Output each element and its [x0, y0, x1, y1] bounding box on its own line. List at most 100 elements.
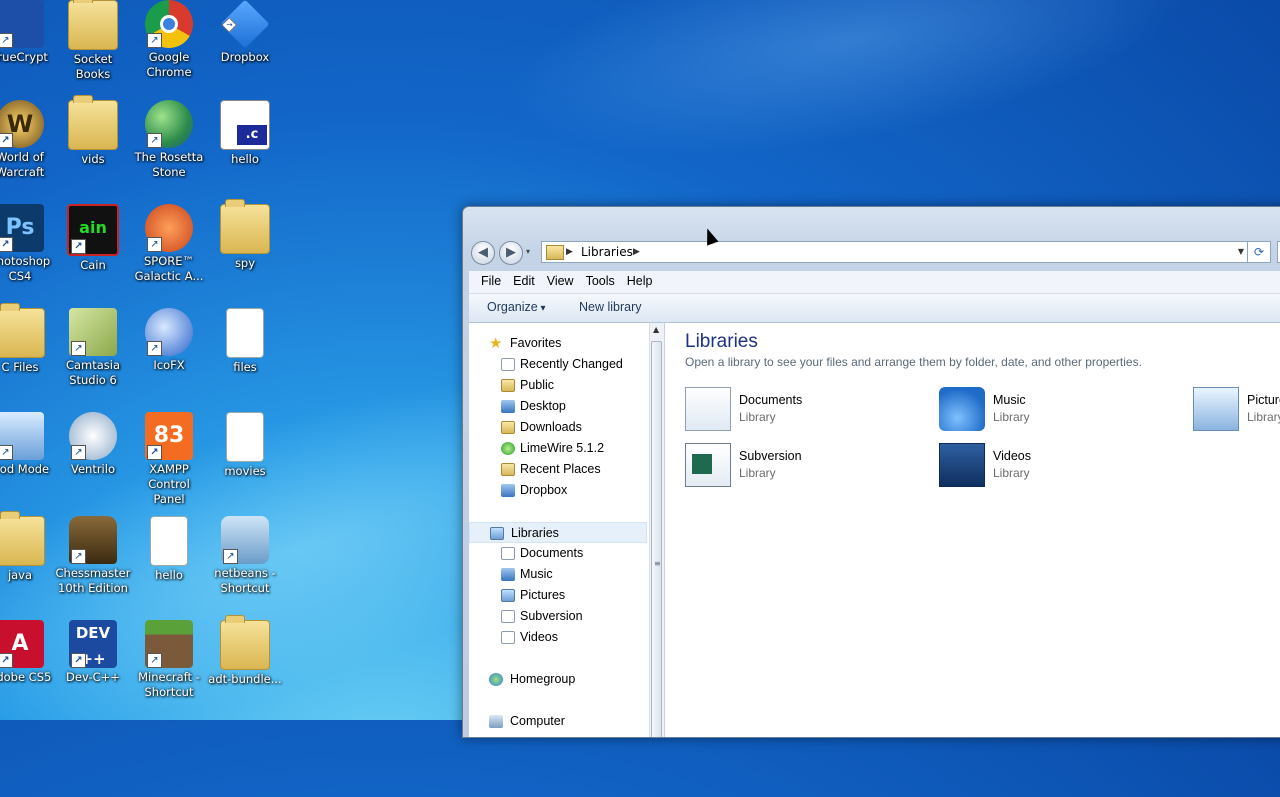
desktop-icon-label: Minecraft - Shortcut	[138, 670, 200, 699]
desktop-icon-spore[interactable]: ↗ SPORE™ Galactic A...	[131, 204, 207, 284]
desktop-icon-socket-books[interactable]: Socket Books	[55, 0, 131, 82]
scroll-up-icon[interactable]: ▲	[653, 325, 659, 334]
desktop-icon-label: World of Warcraft	[0, 150, 45, 179]
menu-tools[interactable]: Tools	[580, 271, 621, 288]
library-tile-documents[interactable]: Documents Library	[685, 385, 905, 435]
breadcrumb-libraries[interactable]: Libraries	[581, 242, 633, 262]
desktop-icon-label: The Rosetta Stone	[134, 150, 204, 179]
desktop-icon-spy[interactable]: spy	[207, 199, 283, 271]
menu-help[interactable]: Help	[621, 271, 659, 288]
nav-pictures[interactable]: Pictures	[469, 585, 647, 606]
nav-public[interactable]: Public	[469, 375, 647, 396]
nav-music[interactable]: Music	[469, 564, 647, 585]
desktop-icon-adt-bundle[interactable]: adt-bundle...	[207, 615, 283, 687]
menu-file[interactable]: File	[469, 271, 507, 288]
new-library-button[interactable]: New library	[579, 300, 642, 314]
shortcut-arrow-icon: ↗	[71, 341, 86, 356]
desktop-icon-ventrilo[interactable]: ↗ Ventrilo	[55, 412, 131, 477]
downloads-icon	[501, 421, 515, 434]
truecrypt-icon: ↗	[0, 0, 44, 48]
desktop-icon-java[interactable]: java	[0, 511, 58, 583]
wow-icon: W ↗	[0, 100, 44, 148]
desktop-icon-label: XAMPP Control Panel	[148, 462, 190, 506]
wallpaper-glow	[487, 0, 1213, 200]
menu-view[interactable]: View	[541, 271, 580, 288]
desktop-icon-label: spy	[234, 256, 256, 270]
organize-button[interactable]: Organize	[487, 300, 546, 314]
recent-icon	[501, 358, 515, 371]
nav-label: Videos	[520, 630, 558, 644]
limewire-icon	[501, 442, 515, 455]
desktop-icon-wow[interactable]: W ↗ World of Warcraft	[0, 100, 58, 180]
desktop-icon-god-mode[interactable]: ↗ God Mode	[0, 412, 58, 477]
nav-recent-places[interactable]: Recent Places	[469, 459, 647, 480]
library-type: Library	[993, 466, 1030, 480]
pictures-library-icon	[1193, 387, 1239, 431]
shortcut-arrow-icon: ↗	[221, 17, 237, 33]
breadcrumb-arrow-icon[interactable]: ▶	[633, 242, 640, 262]
shortcut-arrow-icon: ↗	[223, 549, 238, 564]
chevron-down-icon[interactable]: ▼	[1238, 242, 1244, 262]
nav-documents[interactable]: Documents	[469, 543, 647, 564]
desktop-icon-files[interactable]: files	[207, 308, 283, 375]
desktop-icon-adobe[interactable]: A↗ Adobe CS5	[0, 620, 58, 685]
refresh-button[interactable]: ⟳	[1247, 241, 1271, 263]
library-tile-videos[interactable]: Videos Library	[939, 441, 1159, 491]
navigation-pane-scrollbar[interactable]: ▲ ≡	[649, 323, 664, 737]
desktop-icon-cain[interactable]: ain ↗ Cain	[55, 204, 131, 273]
library-tile-subversion[interactable]: Subversion Library	[685, 441, 905, 491]
forward-button[interactable]: ▶	[499, 241, 523, 265]
nav-downloads[interactable]: Downloads	[469, 417, 647, 438]
window-title-bar[interactable]	[463, 207, 1280, 241]
desktop-icon-minecraft[interactable]: ↗ Minecraft - Shortcut	[131, 620, 207, 700]
desktop-icon-rosetta-stone[interactable]: ↗ The Rosetta Stone	[131, 100, 207, 180]
desktop-icon-label: C Files	[1, 360, 39, 374]
desktop-icon-chrome[interactable]: ↗ Google Chrome	[131, 0, 207, 80]
recent-pages-dropdown[interactable]: ▾	[526, 247, 530, 256]
desktop-icon-label: Socket Books	[73, 52, 113, 81]
nav-recently-changed[interactable]: Recently Changed	[469, 354, 647, 375]
nav-label: Favorites	[510, 336, 562, 350]
navigation-pane: ★ Favorites Recently Changed Public Desk…	[469, 323, 649, 737]
desktop-icon-netbeans[interactable]: ↗ netbeans - Shortcut	[207, 516, 283, 596]
desktop-icon-photoshop[interactable]: Ps↗ Photoshop CS4	[0, 204, 58, 284]
scrollbar-thumb[interactable]	[651, 341, 662, 737]
desktop-icon-hello-exe[interactable]: hello	[131, 516, 207, 583]
menu-edit[interactable]: Edit	[507, 271, 541, 288]
shortcut-arrow-icon: ↗	[0, 653, 13, 668]
c-source-icon	[220, 100, 270, 150]
desktop-icon-hello-c[interactable]: hello	[207, 100, 283, 167]
desktop-icon-vids[interactable]: vids	[55, 95, 131, 167]
nav-limewire[interactable]: LimeWire 5.1.2	[469, 438, 647, 459]
nav-subversion[interactable]: Subversion	[469, 606, 647, 627]
breadcrumb-arrow-icon[interactable]: ▶	[566, 242, 573, 262]
navigation-bar: ◀ ▶ ▾ ▶ Libraries ▶ ▼ ⟳	[471, 239, 1280, 265]
desktop-icon-chessmaster[interactable]: ↗ Chessmaster 10th Edition	[55, 516, 131, 596]
desktop-icon-c-files[interactable]: C Files	[0, 303, 58, 375]
desktop-icon-movies[interactable]: movies	[207, 412, 283, 479]
nav-desktop[interactable]: Desktop	[469, 396, 647, 417]
nav-favorites[interactable]: ★ Favorites	[469, 333, 647, 354]
back-button[interactable]: ◀	[471, 241, 495, 265]
nav-videos[interactable]: Videos	[469, 627, 647, 648]
nav-libraries[interactable]: Libraries	[469, 522, 647, 543]
nav-dropbox[interactable]: Dropbox	[469, 480, 647, 501]
desktop-icon-truecrypt[interactable]: ↗ TrueCrypt	[0, 0, 58, 65]
desktop-icon-camtasia[interactable]: ↗ Camtasia Studio 6	[55, 308, 131, 388]
library-name: Pictures	[1247, 393, 1280, 407]
desktop-icon-dropbox[interactable]: ↗ Dropbox	[207, 0, 283, 65]
nav-label: Recently Changed	[520, 357, 623, 371]
xampp-icon: 83 ↗	[145, 412, 193, 460]
library-tile-music[interactable]: Music Library	[939, 385, 1159, 435]
folder-icon	[546, 245, 564, 260]
file-icon	[226, 308, 264, 358]
nav-homegroup[interactable]: Homegroup	[469, 669, 647, 690]
explorer-window: ◀ ▶ ▾ ▶ Libraries ▶ ▼ ⟳ File Edit View Tool…	[462, 206, 1280, 738]
address-bar[interactable]: ▶ Libraries ▶ ▼	[541, 241, 1249, 263]
desktop-icon-label: java	[7, 568, 33, 582]
desktop-icon-devcpp[interactable]: DEV ++ ↗ Dev-C++	[55, 620, 131, 685]
library-tile-pictures[interactable]: Pictures Library	[1193, 385, 1280, 435]
desktop-icon-xampp[interactable]: 83 ↗ XAMPP Control Panel	[131, 412, 207, 507]
desktop-icon-icofx[interactable]: ↗ IcoFX	[131, 308, 207, 373]
nav-computer[interactable]: Computer	[469, 711, 647, 732]
